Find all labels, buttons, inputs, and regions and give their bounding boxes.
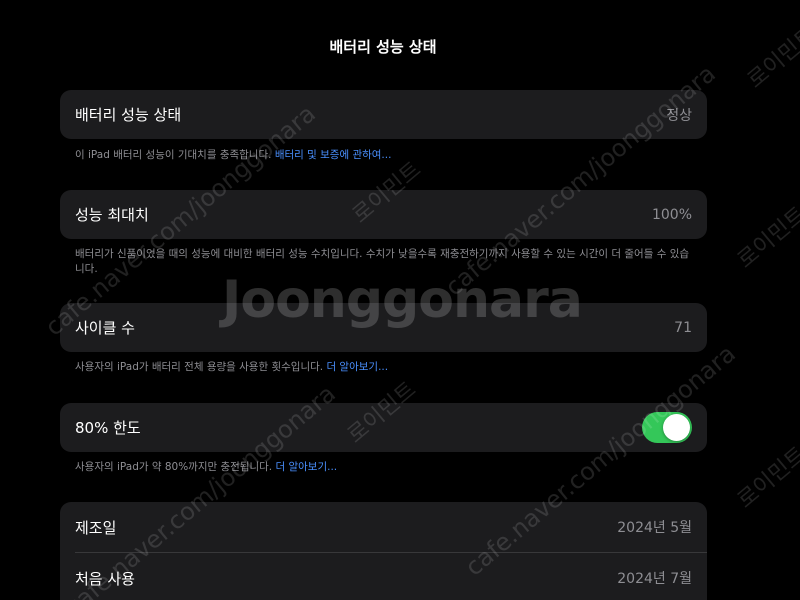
page-title: 배터리 성능 상태 [329,38,437,56]
cycle-count-label: 사이클 수 [75,319,135,337]
manufactured-label: 제조일 [75,518,117,537]
battery-warranty-link[interactable]: 배터리 및 보증에 관하여... [275,149,392,161]
cycle-count-value: 71 [674,319,692,336]
first-use-value: 2024년 7월 [617,571,692,587]
limit-80-card: 80% 한도 [60,403,707,452]
battery-health-card: 배터리 성능 상태 정상 [60,90,707,139]
battery-health-footnote-text: 이 iPad 배터리 성능이 기대치를 충족합니다. [75,149,275,161]
battery-health-row: 배터리 성능 상태 정상 [60,90,707,139]
toggle-knob [663,414,690,441]
max-capacity-label: 성능 최대치 [75,206,149,224]
dates-card: 제조일 2024년 5월 처음 사용 2024년 7월 [60,502,707,600]
limit-80-footnote-text: 사용자의 iPad가 약 80%까지만 충전됩니다. [75,461,276,473]
max-capacity-value: 100% [651,206,692,223]
max-capacity-footnote: 배터리가 신품이었을 때의 성능에 대비한 배터리 성능 수치입니다. 수치가 … [75,247,695,277]
cycle-count-row: 사이클 수 71 [60,303,707,352]
first-use-label: 처음 사용 [75,569,135,588]
max-capacity-card: 성능 최대치 100% [60,190,707,239]
battery-health-label: 배터리 성능 상태 [75,106,182,124]
manufactured-value: 2024년 5월 [617,520,692,536]
cycle-count-card: 사이클 수 71 [60,303,707,352]
max-capacity-row: 성능 최대치 100% [60,190,707,239]
cycle-count-learn-more-link[interactable]: 더 알아보기... [326,361,388,373]
watermark-tag: 로이민트 [733,202,800,274]
cycle-count-footnote-text: 사용자의 iPad가 배터리 전체 용량을 사용한 횟수입니다. [75,361,327,373]
first-use-row: 처음 사용 2024년 7월 [60,553,707,600]
manufactured-row: 제조일 2024년 5월 [60,502,707,552]
battery-health-footnote: 이 iPad 배터리 성능이 기대치를 충족합니다. 배터리 및 보증에 관하여… [75,148,695,163]
limit-80-footnote: 사용자의 iPad가 약 80%까지만 충전됩니다. 더 알아보기... [75,460,695,475]
limit-80-learn-more-link[interactable]: 더 알아보기... [275,461,337,473]
watermark-tag: 로이민트 [733,442,800,514]
limit-80-row: 80% 한도 [60,403,707,452]
limit-80-toggle[interactable] [642,412,692,443]
battery-health-value: 정상 [666,107,692,124]
cycle-count-footnote: 사용자의 iPad가 배터리 전체 용량을 사용한 횟수입니다. 더 알아보기.… [75,360,695,375]
limit-80-label: 80% 한도 [75,419,141,437]
battery-health-screen: 배터리 성능 상태 배터리 성능 상태 정상 이 iPad 배터리 성능이 기대… [0,0,800,600]
max-capacity-footnote-text: 배터리가 신품이었을 때의 성능에 대비한 배터리 성능 수치입니다. 수치가 … [75,248,690,275]
